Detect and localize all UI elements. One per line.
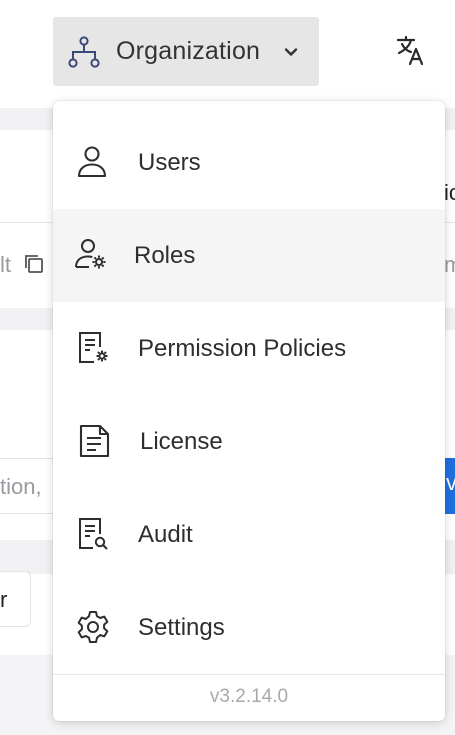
translate-icon	[390, 34, 430, 70]
menu-item-label: Audit	[138, 521, 193, 548]
menu-item-license[interactable]: License	[53, 395, 445, 488]
version-label: v3.2.14.0	[209, 686, 289, 707]
org-tree-icon	[67, 35, 101, 69]
document-gear-icon	[75, 330, 111, 366]
menu-footer-divider	[53, 674, 445, 675]
background-text-fragment: mi	[444, 252, 455, 277]
background-text-fragment: r	[0, 587, 8, 612]
menu-item-label: License	[140, 428, 223, 455]
document-icon	[77, 423, 113, 459]
user-icon	[75, 144, 111, 180]
menu-item-label: Users	[138, 149, 201, 176]
background-search-placeholder: tion,	[0, 474, 42, 499]
background-primary-button-label: vi	[446, 470, 455, 495]
menu-item-permission-policies[interactable]: Permission Policies	[53, 302, 445, 395]
copy-icon[interactable]	[22, 252, 46, 276]
background-text-fragment: lt	[0, 252, 11, 277]
menu-item-settings[interactable]: Settings	[53, 581, 445, 674]
menu-item-roles[interactable]: Roles	[53, 209, 445, 302]
organization-menu-label: Organization	[116, 37, 261, 65]
menu-item-users[interactable]: Users	[53, 116, 445, 209]
background-text-fragment: ic	[444, 180, 455, 205]
menu-item-label: Permission Policies	[138, 335, 347, 362]
menu-item-label: Settings	[138, 614, 225, 641]
organization-dropdown-menu: Users Roles Permission Policies License …	[53, 101, 445, 721]
language-switch-button[interactable]	[390, 34, 430, 70]
document-search-icon	[75, 516, 111, 552]
chevron-down-icon	[280, 41, 302, 63]
user-gear-icon	[73, 237, 109, 273]
menu-item-label: Roles	[134, 242, 196, 269]
menu-item-audit[interactable]: Audit	[53, 488, 445, 581]
organization-menu-button[interactable]: Organization	[53, 17, 319, 86]
gear-icon	[75, 609, 111, 645]
